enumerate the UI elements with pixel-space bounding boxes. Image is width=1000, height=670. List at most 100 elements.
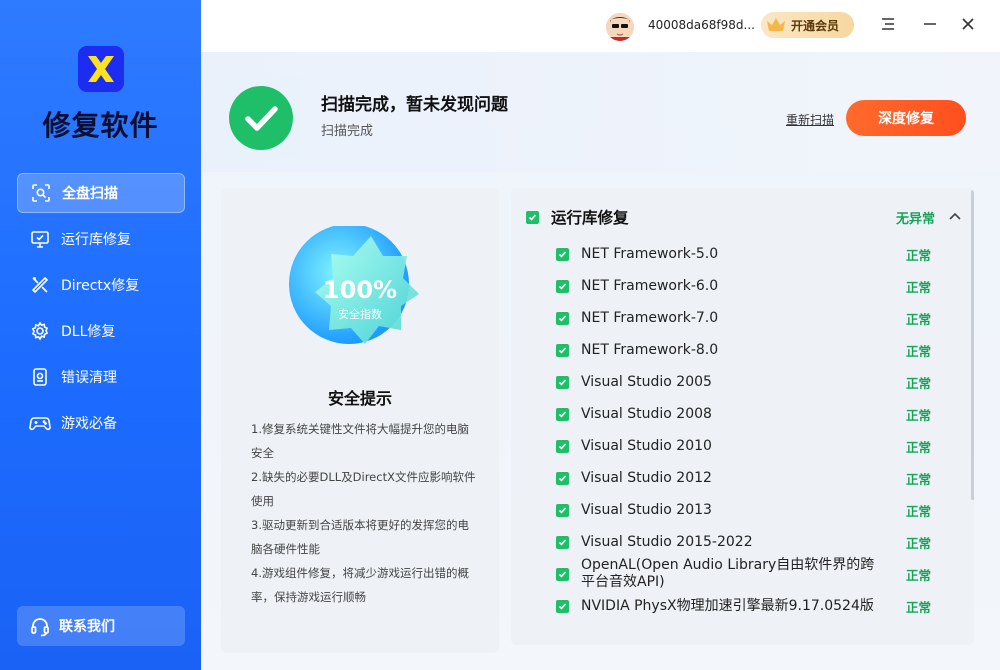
runtime-item-name: Visual Studio 2015-2022 bbox=[581, 533, 753, 550]
list-item[interactable]: NET Framework-5.0 正常 bbox=[511, 238, 974, 270]
sidebar-item-label: 运行库修复 bbox=[61, 232, 131, 248]
runtime-item-name: OpenAL(Open Audio Library自由软件界的跨平台音效API) bbox=[581, 557, 875, 590]
success-badge bbox=[221, 78, 301, 158]
chevron-up-icon[interactable] bbox=[948, 209, 962, 223]
app-logo bbox=[78, 46, 124, 92]
check-icon bbox=[245, 106, 278, 131]
sidebar-item-label: 全盘扫描 bbox=[62, 186, 118, 202]
safety-score-value: 100% bbox=[322, 276, 398, 304]
runtime-item-name: Visual Studio 2013 bbox=[581, 501, 712, 518]
safety-tip: 1.修复系统关键性文件将大幅提升您的电脑安全 bbox=[251, 422, 469, 460]
sidebar-item-error-clean[interactable]: 错误清理 bbox=[17, 357, 185, 397]
section-checkbox[interactable] bbox=[526, 210, 539, 224]
scan-result-banner: 扫描完成，暂未发现问题 扫描完成 重新扫描 深度修复 bbox=[201, 52, 1000, 172]
runtime-item-status: 正常 bbox=[906, 407, 932, 423]
runtime-item-name: NET Framework-6.0 bbox=[581, 277, 719, 294]
clean-icon bbox=[29, 366, 51, 388]
deep-repair-button[interactable]: 深度修复 bbox=[846, 100, 966, 136]
sidebar-item-label: 游戏必备 bbox=[61, 416, 117, 432]
sidebar-item-dll-repair[interactable]: DLL修复 bbox=[17, 311, 185, 351]
list-item[interactable]: NVIDIA PhysX物理加速引擎最新9.17.0524版 正常 bbox=[511, 590, 974, 622]
item-checkbox[interactable] bbox=[556, 247, 569, 261]
runtime-item-status: 正常 bbox=[906, 439, 932, 455]
runtime-item-status: 正常 bbox=[906, 471, 932, 487]
vip-label: 开通会员 bbox=[791, 18, 840, 33]
sidebar-item-label: DLL修复 bbox=[61, 324, 116, 340]
list-item[interactable]: Visual Studio 2013 正常 bbox=[511, 494, 974, 526]
runtime-item-name: NET Framework-7.0 bbox=[581, 309, 719, 326]
list-item[interactable]: Visual Studio 2005 正常 bbox=[511, 366, 974, 398]
gear-icon bbox=[29, 320, 51, 342]
list-item[interactable]: Visual Studio 2010 正常 bbox=[511, 430, 974, 462]
safety-panel: 100% 安全指数 安全提示 1.修复系统关键性文件将大幅提升您的电脑安全 2.… bbox=[221, 188, 499, 653]
safety-tip: 4.游戏组件修复，将减少游戏运行出错的概率，保持游戏运行顺畅 bbox=[251, 566, 469, 604]
item-checkbox[interactable] bbox=[556, 279, 569, 293]
close-icon[interactable] bbox=[958, 14, 978, 34]
sidebar-item-directx-repair[interactable]: Directx修复 bbox=[17, 265, 185, 305]
rescan-link[interactable]: 重新扫描 bbox=[786, 111, 834, 128]
scan-icon bbox=[30, 182, 52, 204]
item-checkbox[interactable] bbox=[556, 599, 569, 613]
list-item[interactable]: Visual Studio 2008 正常 bbox=[511, 398, 974, 430]
x-logo-icon bbox=[88, 56, 114, 82]
crown-icon bbox=[761, 12, 791, 38]
list-item[interactable]: NET Framework-8.0 正常 bbox=[511, 334, 974, 366]
item-checkbox[interactable] bbox=[556, 567, 569, 581]
safety-tip: 2.缺失的必要DLL及DirectX文件应影响软件使用 bbox=[251, 470, 476, 508]
item-checkbox[interactable] bbox=[556, 503, 569, 517]
runtime-section-status: 无异常 bbox=[896, 212, 936, 227]
runtime-item-name: NVIDIA PhysX物理加速引擎最新9.17.0524版 bbox=[581, 597, 874, 614]
runtime-item-status: 正常 bbox=[906, 311, 932, 327]
safety-tips-list: 1.修复系统关键性文件将大幅提升您的电脑安全 2.缺失的必要DLL及Direct… bbox=[251, 417, 476, 609]
runtime-section-title: 运行库修复 bbox=[551, 209, 629, 227]
runtime-item-status: 正常 bbox=[906, 375, 932, 391]
item-checkbox[interactable] bbox=[556, 439, 569, 453]
contact-us-button[interactable]: 联系我们 bbox=[17, 606, 185, 646]
username: 40008da68f98d... bbox=[648, 18, 755, 32]
sidebar-item-game-essentials[interactable]: 游戏必备 bbox=[17, 403, 185, 443]
list-item[interactable]: OpenAL(Open Audio Library自由软件界的跨平台音效API)… bbox=[511, 557, 974, 590]
runtime-item-name: NET Framework-8.0 bbox=[581, 341, 719, 358]
item-checkbox[interactable] bbox=[556, 311, 569, 325]
monitor-icon bbox=[29, 228, 51, 250]
scan-result-subtitle: 扫描完成 bbox=[321, 124, 374, 139]
list-item[interactable]: NET Framework-6.0 正常 bbox=[511, 270, 974, 302]
runtime-item-status: 正常 bbox=[906, 599, 932, 615]
runtime-item-status: 正常 bbox=[906, 279, 932, 295]
runtime-item-status: 正常 bbox=[906, 343, 932, 359]
contact-us-label: 联系我们 bbox=[59, 619, 115, 635]
item-checkbox[interactable] bbox=[556, 407, 569, 421]
sidebar-item-runtime-repair[interactable]: 运行库修复 bbox=[17, 219, 185, 259]
minimize-icon[interactable] bbox=[920, 14, 940, 34]
runtime-item-name: Visual Studio 2005 bbox=[581, 373, 712, 390]
item-checkbox[interactable] bbox=[556, 343, 569, 357]
headset-icon bbox=[31, 618, 49, 637]
list-item[interactable]: Visual Studio 2012 正常 bbox=[511, 462, 974, 494]
main-area: 40008da68f98d... 开通会员 扫描完成，暂未发现问题 扫描完成 重… bbox=[201, 0, 1000, 670]
runtime-item-status: 正常 bbox=[906, 567, 932, 583]
item-checkbox[interactable] bbox=[556, 535, 569, 549]
safety-tip: 3.驱动更新到合适版本将更好的发挥您的电脑各硬件性能 bbox=[251, 518, 469, 556]
item-checkbox[interactable] bbox=[556, 375, 569, 389]
sidebar-item-label: Directx修复 bbox=[61, 278, 140, 294]
safety-score-gauge: 100% 安全指数 bbox=[287, 224, 433, 366]
runtime-item-name: Visual Studio 2012 bbox=[581, 469, 712, 486]
runtime-item-name: Visual Studio 2008 bbox=[581, 405, 712, 422]
runtime-item-name: NET Framework-5.0 bbox=[581, 245, 719, 262]
sidebar-item-label: 错误清理 bbox=[61, 370, 117, 386]
vip-button[interactable]: 开通会员 bbox=[761, 12, 854, 38]
safety-tips-title: 安全提示 bbox=[327, 389, 392, 408]
runtime-item-status: 正常 bbox=[906, 503, 932, 519]
menu-icon[interactable] bbox=[878, 14, 898, 34]
avatar[interactable] bbox=[606, 13, 634, 41]
top-bar: 40008da68f98d... 开通会员 bbox=[201, 0, 1000, 52]
app-name: 修复软件 bbox=[42, 109, 159, 142]
runtime-section-header: 运行库修复 无异常 bbox=[526, 206, 966, 228]
runtime-item-name: Visual Studio 2010 bbox=[581, 437, 712, 454]
sidebar: 修复软件 全盘扫描 运行库修复 Directx修复 DLL修复 错误清理 游戏必… bbox=[0, 0, 201, 670]
sidebar-item-full-scan[interactable]: 全盘扫描 bbox=[17, 173, 185, 213]
list-item[interactable]: NET Framework-7.0 正常 bbox=[511, 302, 974, 334]
list-item[interactable]: Visual Studio 2015-2022 正常 bbox=[511, 526, 974, 558]
runtime-item-status: 正常 bbox=[906, 535, 932, 551]
item-checkbox[interactable] bbox=[556, 471, 569, 485]
